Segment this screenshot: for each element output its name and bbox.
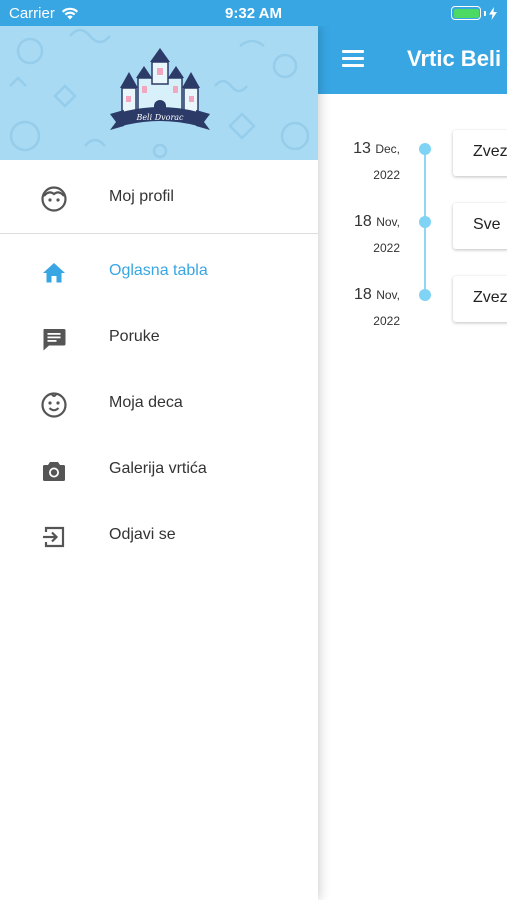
- status-time: 9:32 AM: [225, 5, 282, 22]
- timeline-day: 18: [353, 286, 372, 303]
- battery-indicator: [451, 6, 497, 20]
- timeline-day: 18: [353, 213, 372, 230]
- drawer-item-label: Oglasna tabla: [109, 262, 208, 279]
- drawer-item-label: Galerija vrtića: [109, 460, 207, 477]
- castle-logo: Beli Dvorac: [110, 48, 210, 130]
- drawer-item-label: Moj profil: [109, 188, 174, 205]
- timeline-card[interactable]: Sve: [453, 203, 507, 249]
- drawer-item-label: Poruke: [109, 328, 160, 345]
- app-title: Vrtic Beli: [407, 46, 502, 71]
- timeline-day: 13: [353, 140, 371, 157]
- drawer-item-galerija-vrtica[interactable]: Galerija vrtića: [0, 444, 318, 494]
- drawer-divider: [0, 233, 318, 234]
- drawer-item-poruke[interactable]: Poruke: [0, 312, 318, 362]
- timeline-item: 13 Dec, 2022 Zvez: [330, 130, 507, 190]
- timeline-card[interactable]: Zvez: [453, 130, 507, 176]
- charging-bolt-icon: [489, 6, 497, 20]
- timeline-month: Nov,: [376, 215, 400, 229]
- timeline-date: 13 Dec, 2022: [330, 140, 400, 182]
- timeline-year: 2022: [373, 241, 400, 255]
- drawer-item-profile[interactable]: Moj profil: [0, 172, 318, 222]
- face-icon: [41, 186, 67, 212]
- timeline-month: Dec,: [375, 142, 400, 156]
- navigation-drawer: Beli Dvorac Moj profil Oglasna tabla Por…: [0, 26, 318, 900]
- timeline-year: 2022: [373, 314, 400, 328]
- home-icon: [43, 263, 65, 283]
- timeline-date: 18 Nov, 2022: [330, 286, 400, 328]
- hamburger-menu-icon[interactable]: [342, 50, 364, 68]
- drawer-item-label: Moja deca: [109, 394, 183, 411]
- timeline-dot: [419, 143, 431, 155]
- status-bar: Carrier 9:32 AM: [0, 0, 507, 26]
- timeline-card[interactable]: Zvez: [453, 276, 507, 322]
- screen: Carrier 9:32 AM Vrtic Beli 13 Dec, 2022 …: [0, 0, 507, 900]
- drawer-item-label: Odjavi se: [109, 526, 176, 543]
- drawer-item-odjavi-se[interactable]: Odjavi se: [0, 510, 318, 560]
- logo-text: Beli Dvorac: [135, 113, 184, 122]
- child-face-icon: [41, 392, 67, 418]
- timeline-dot: [419, 289, 431, 301]
- drawer-item-oglasna-tabla[interactable]: Oglasna tabla: [0, 246, 318, 296]
- timeline-year: 2022: [373, 168, 400, 182]
- message-icon: [43, 329, 66, 351]
- drawer-header: Beli Dvorac: [0, 26, 318, 160]
- timeline-item: 18 Nov, 2022 Zvez: [330, 276, 507, 336]
- timeline-month: Nov,: [376, 288, 400, 302]
- timeline-dot: [419, 216, 431, 228]
- camera-icon: [43, 462, 65, 481]
- timeline-item: 18 Nov, 2022 Sve: [330, 203, 507, 263]
- battery-icon: [451, 6, 481, 20]
- drawer-item-moja-deca[interactable]: Moja deca: [0, 378, 318, 428]
- logout-icon: [43, 526, 65, 548]
- timeline-date: 18 Nov, 2022: [330, 213, 400, 255]
